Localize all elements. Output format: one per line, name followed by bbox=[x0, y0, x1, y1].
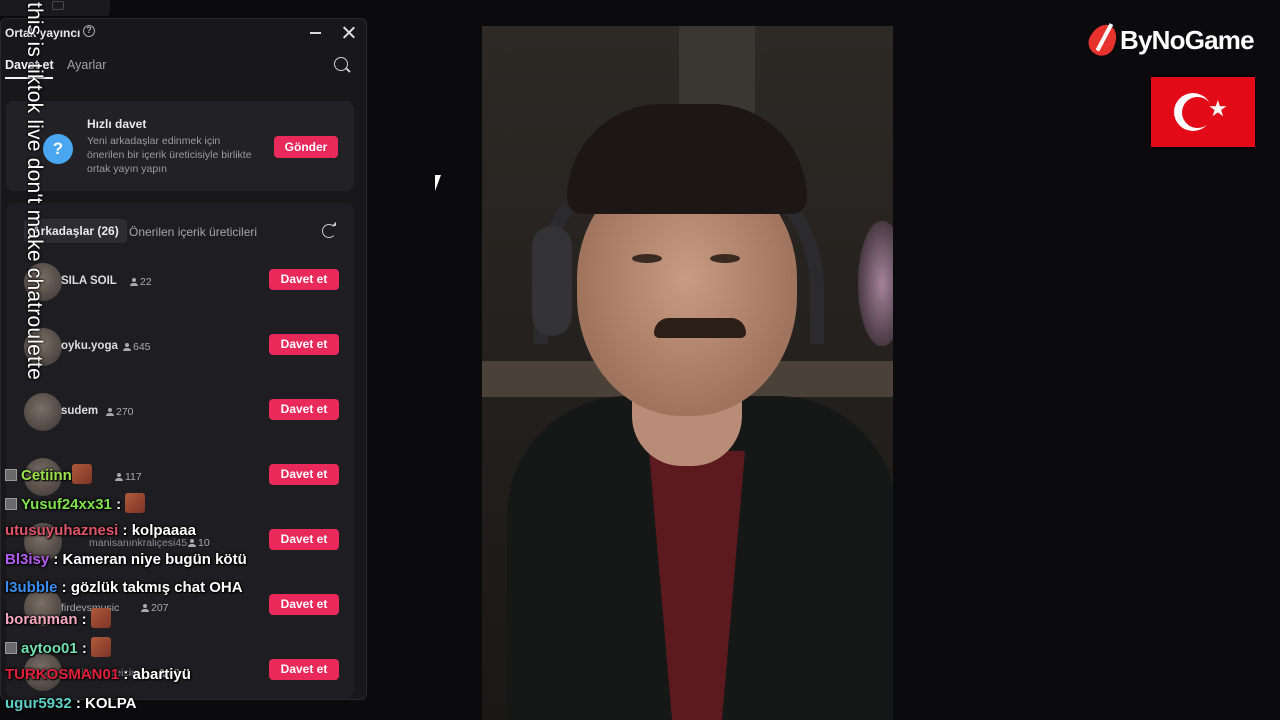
follower-count-value: 117 bbox=[125, 471, 142, 483]
user-badge-icon bbox=[5, 469, 17, 481]
cohost-panel: Ortak yayıncı ? Davet et Ayarlar ? Hızlı… bbox=[0, 18, 367, 700]
chat-username: aytoo01 bbox=[21, 640, 78, 657]
friend-name: sudem bbox=[61, 405, 99, 417]
chat-username: l3ubble bbox=[5, 579, 58, 596]
chat-username: ugur5932 bbox=[5, 695, 72, 712]
invite-button[interactable]: Davet et bbox=[269, 529, 339, 550]
chat-text: abartiyü bbox=[132, 666, 191, 683]
follower-count-value: 270 bbox=[116, 406, 134, 418]
emote-icon bbox=[71, 464, 92, 484]
follower-count: 22 bbox=[130, 276, 152, 288]
person-icon bbox=[188, 539, 196, 547]
turkish-flag-icon: ★ bbox=[1151, 77, 1255, 147]
chat-message: ugur5932 : KOLPA bbox=[5, 695, 137, 712]
search-icon[interactable] bbox=[334, 57, 348, 71]
friend-name: SILA SOIL bbox=[61, 275, 117, 287]
chat-text: Kameran niye bugün kötü bbox=[62, 551, 247, 568]
emote-icon bbox=[125, 493, 146, 513]
close-icon[interactable] bbox=[339, 23, 359, 43]
window-top-strip bbox=[0, 0, 110, 16]
follower-count-value: 10 bbox=[198, 537, 210, 549]
chat-message: utusuyuhaznesi : kolpaaaa bbox=[5, 522, 196, 539]
friend-row: oyku.yoga 645 Davet et bbox=[18, 328, 344, 368]
minimize-icon[interactable] bbox=[310, 32, 321, 34]
friend-row: SILA SOIL 22 Davet et bbox=[18, 263, 344, 303]
invite-button[interactable]: Davet et bbox=[269, 464, 339, 485]
bynogame-logo-icon bbox=[1084, 19, 1122, 61]
chat-text: gözlük takmış chat OHA bbox=[70, 579, 243, 596]
tab-settings[interactable]: Ayarlar bbox=[67, 58, 106, 72]
invite-button[interactable]: Davet et bbox=[269, 399, 339, 420]
send-button[interactable]: Gönder bbox=[274, 136, 338, 158]
chat-message: boranman : bbox=[5, 608, 111, 628]
chat-username: Bl3isy bbox=[5, 551, 50, 568]
chat-message: TURKOSMAN01 : abartiyü bbox=[5, 666, 191, 683]
follower-count: 270 bbox=[106, 406, 134, 418]
webcam-feed bbox=[482, 26, 893, 720]
quick-invite-title: Hızlı davet bbox=[87, 117, 147, 131]
follower-count: 207 bbox=[141, 602, 169, 614]
chat-message: Cetiinn bbox=[5, 464, 92, 484]
background-plant bbox=[858, 221, 893, 346]
chat-username: TURKOSMAN01 bbox=[5, 666, 120, 683]
person-icon bbox=[106, 408, 114, 416]
streamer-hair bbox=[567, 104, 807, 214]
invite-button[interactable]: Davet et bbox=[269, 594, 339, 615]
chat-text: kolpaaaa bbox=[131, 522, 196, 539]
quick-invite-description: Yeni arkadaşlar edinmek için önerilen bi… bbox=[87, 135, 252, 175]
chat-message: Bl3isy : Kameran niye bugün kötü bbox=[5, 551, 247, 568]
emote-icon bbox=[91, 637, 112, 657]
window-icon bbox=[52, 1, 64, 10]
question-icon: ? bbox=[43, 134, 73, 164]
invite-button[interactable]: Davet et bbox=[269, 659, 339, 680]
chat-username: boranman bbox=[5, 611, 78, 628]
person-icon bbox=[130, 278, 138, 286]
person-icon bbox=[141, 604, 149, 612]
chat-message: l3ubble : gözlük takmış chat OHA bbox=[5, 579, 243, 596]
user-badge-icon bbox=[5, 642, 17, 654]
quick-invite-card: ? Hızlı davet Yeni arkadaşlar edinmek iç… bbox=[6, 101, 354, 191]
help-icon[interactable]: ? bbox=[83, 25, 95, 37]
cursor-icon bbox=[435, 175, 447, 191]
chat-username: utusuyuhaznesi bbox=[5, 522, 119, 539]
follower-count-value: 645 bbox=[133, 341, 151, 353]
flag-star-icon: ★ bbox=[1208, 96, 1228, 121]
friend-name: oyku.yoga bbox=[61, 340, 118, 352]
refresh-icon[interactable] bbox=[322, 224, 336, 238]
follower-count-value: 207 bbox=[151, 602, 169, 614]
follower-count-value: 22 bbox=[140, 276, 152, 288]
chat-username: Cetiinn bbox=[21, 467, 72, 484]
streamer-eye bbox=[632, 254, 662, 263]
person-icon bbox=[123, 343, 131, 351]
streamer-mustache bbox=[654, 318, 746, 338]
person-icon bbox=[115, 473, 123, 481]
vertical-caption: this is tiktok live don't make chatroule… bbox=[23, 2, 46, 380]
emote-icon bbox=[90, 608, 111, 628]
invite-button[interactable]: Davet et bbox=[269, 269, 339, 290]
brand-name: ByNoGame bbox=[1120, 25, 1255, 55]
follower-count: 117 bbox=[115, 471, 142, 483]
chat-text: KOLPA bbox=[85, 695, 137, 712]
streamer-eye bbox=[710, 254, 740, 263]
subtab-suggested-creators[interactable]: Önerilen içerik üreticileri bbox=[129, 225, 257, 239]
headphone-earcup bbox=[532, 226, 572, 336]
user-badge-icon bbox=[5, 498, 17, 510]
friend-row: sudem 270 Davet et bbox=[18, 393, 344, 433]
follower-count: 645 bbox=[123, 341, 151, 353]
invite-button[interactable]: Davet et bbox=[269, 334, 339, 355]
chat-username: Yusuf24xx31 bbox=[21, 496, 112, 513]
chat-message: Yusuf24xx31 : bbox=[5, 493, 146, 513]
chat-message: aytoo01 : bbox=[5, 637, 112, 657]
